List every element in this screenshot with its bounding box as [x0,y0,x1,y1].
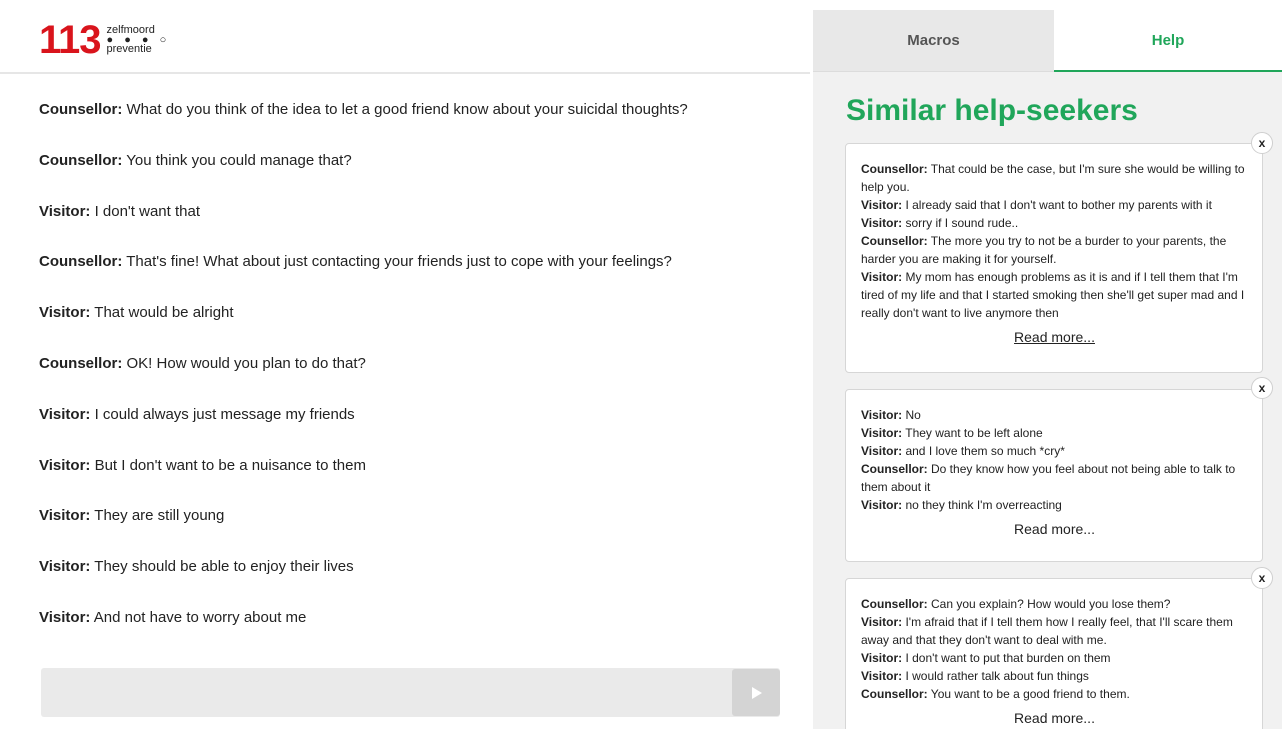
logo-tagline: zelfmoord ● ● ● ○ preventie [107,25,171,55]
chat-message: Counsellor: That's fine! What about just… [39,252,799,303]
card-line: Visitor: I would rather talk about fun t… [861,667,1248,685]
close-card-button[interactable]: x [1251,377,1273,399]
line-speaker: Counsellor: [861,462,928,476]
line-speaker: Visitor: [861,615,903,629]
logo: 113 zelfmoord ● ● ● ○ preventie [39,18,171,62]
card-line: Visitor: and I love them so much *cry* [861,442,1248,460]
card-line: Visitor: I already said that I don't wan… [861,196,1248,214]
message-text: And not have to worry about me [90,608,307,626]
read-more-link[interactable]: Read more... [861,709,1248,727]
line-text: sorry if I sound rude.. [902,216,1019,230]
similar-case-card: Visitor: No Visitor: They want to be lef… [845,389,1263,562]
chat-message: Visitor: But I don't want to be a nuisan… [39,456,799,507]
line-speaker: Counsellor: [861,687,928,701]
chat-message: Visitor: I could always just message my … [39,405,799,456]
line-text: and I love them so much *cry* [902,444,1065,458]
line-speaker: Visitor: [861,426,903,440]
card-line: Counsellor: Do they know how you feel ab… [861,460,1248,496]
panel-tabs: Macros Help [813,10,1282,72]
tab-help[interactable]: Help [1054,10,1282,72]
chat-message: Visitor: They are still young [39,506,799,557]
line-text: Can you explain? How would you lose them… [927,597,1171,611]
read-more-link[interactable]: Read more... [861,328,1248,346]
line-text: They want to be left alone [902,426,1043,440]
message-speaker: Visitor: [39,456,91,474]
line-speaker: Counsellor: [861,597,928,611]
message-speaker: Visitor: [39,202,91,220]
line-text: I already said that I don't want to both… [902,198,1212,212]
message-text: I don't want that [90,202,201,220]
chat-message: Visitor: They should be able to enjoy th… [39,557,799,608]
line-speaker: Counsellor: [861,162,928,176]
help-panel: Macros Help Similar help-seekers Counsel… [813,10,1282,729]
message-speaker: Visitor: [39,405,91,423]
message-text: You think you could manage that? [122,151,352,169]
logo-number: 113 [39,18,102,62]
card-line: Visitor: no they think I'm overreacting [861,496,1248,514]
card-line: Counsellor: Can you explain? How would y… [861,595,1248,613]
line-speaker: Visitor: [861,270,903,284]
message-speaker: Visitor: [39,507,91,525]
tab-macros[interactable]: Macros [813,10,1054,72]
message-text: I could always just message my friends [90,405,355,423]
line-speaker: Visitor: [861,216,903,230]
message-text: But I don't want to be a nuisance to the… [90,456,366,474]
line-speaker: Visitor: [861,651,903,665]
card-line: Visitor: I don't want to put that burden… [861,649,1248,667]
line-text: I'm afraid that if I tell them how I rea… [861,615,1233,647]
card-line: Visitor: My mom has enough problems as i… [861,268,1248,322]
card-line: Visitor: sorry if I sound rude.. [861,214,1248,232]
message-speaker: Counsellor: [39,253,123,271]
message-text: That would be alright [90,304,234,322]
line-text: You want to be a good friend to them. [927,687,1130,701]
card-line: Visitor: I'm afraid that if I tell them … [861,613,1248,649]
line-speaker: Visitor: [861,408,903,422]
line-speaker: Visitor: [861,669,903,683]
message-text: They should be able to enjoy their lives [90,558,354,576]
close-card-button[interactable]: x [1251,567,1273,589]
card-line: Visitor: No [861,406,1248,424]
chat-message: Counsellor: You think you could manage t… [39,151,799,202]
line-text: I don't want to put that burden on them [902,651,1111,665]
chat-transcript: Counsellor: What do you think of the ide… [39,100,799,659]
message-speaker: Counsellor: [39,101,123,118]
message-speaker: Visitor: [39,608,91,626]
card-line: Visitor: They want to be left alone [861,424,1248,442]
similar-case-card: Counsellor: That could be the case, but … [845,143,1263,373]
chat-message: Visitor: And not have to worry about me [39,608,799,659]
similar-case-card: Counsellor: Can you explain? How would y… [845,578,1263,729]
panel-title: Similar help-seekers [846,94,1138,127]
line-text: No [902,408,921,422]
message-input[interactable] [41,668,780,717]
message-text: OK! How would you plan to do that? [122,354,366,372]
message-speaker: Visitor: [39,304,91,322]
chat-message: Counsellor: OK! How would you plan to do… [39,354,799,405]
logo-line2: preventie [106,43,152,55]
chat-message: Counsellor: What do you think of the ide… [39,100,799,151]
message-speaker: Counsellor: [39,151,123,169]
card-line: Counsellor: That could be the case, but … [861,160,1248,196]
play-triangle-icon [752,686,762,699]
send-button[interactable] [732,669,780,716]
line-speaker: Visitor: [861,198,903,212]
message-text: What do you think of the idea to let a g… [122,101,688,118]
line-text: My mom has enough problems as it is and … [861,270,1245,320]
message-text: They are still young [90,507,225,525]
message-speaker: Visitor: [39,558,91,576]
message-speaker: Counsellor: [39,354,123,372]
card-line: Counsellor: The more you try to not be a… [861,232,1248,268]
line-speaker: Counsellor: [861,234,928,248]
line-speaker: Visitor: [861,444,903,458]
chat-message: Visitor: I don't want that [39,202,799,253]
line-speaker: Visitor: [861,498,903,512]
header: 113 zelfmoord ● ● ● ○ preventie [0,0,810,74]
message-text: That's fine! What about just contacting … [122,253,672,271]
card-line: Counsellor: You want to be a good friend… [861,685,1248,703]
chat-message: Visitor: That would be alright [39,303,799,354]
line-text: I would rather talk about fun things [902,669,1089,683]
read-more-link[interactable]: Read more... [861,520,1248,538]
close-card-button[interactable]: x [1251,132,1273,154]
line-text: no they think I'm overreacting [902,498,1062,512]
